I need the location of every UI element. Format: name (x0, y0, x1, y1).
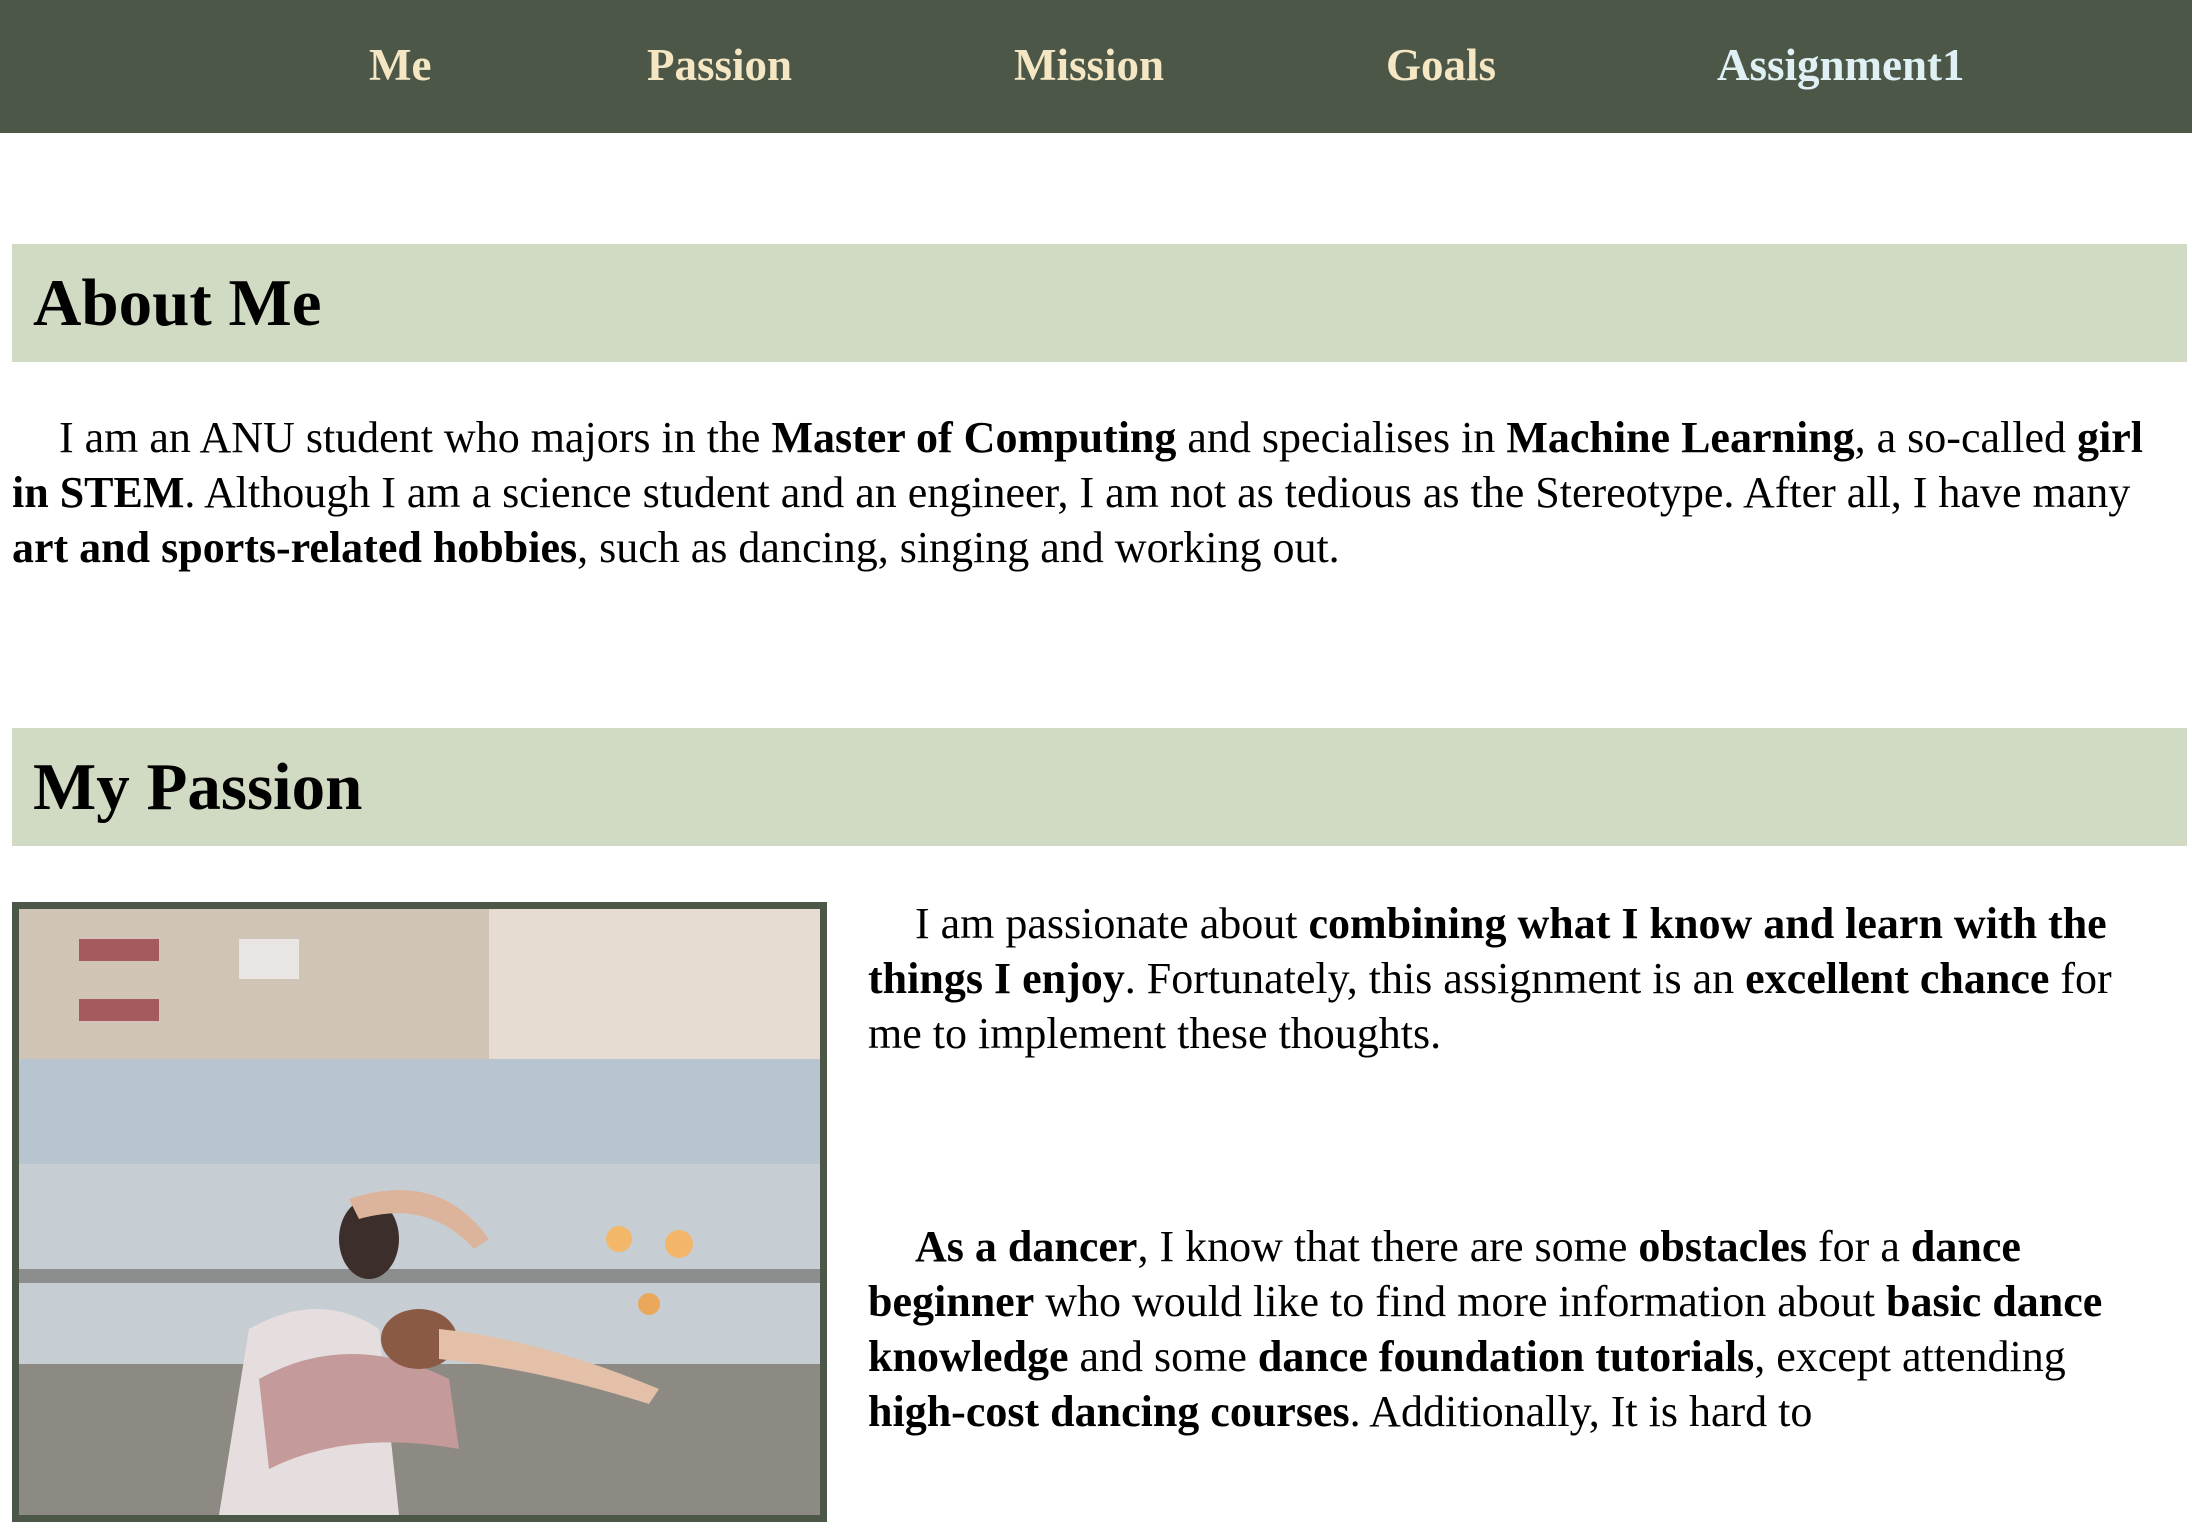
bold-run: Machine Learning (1506, 413, 1855, 462)
text-run: . Fortunately, this assignment is an (1124, 954, 1746, 1003)
passion-paragraph-2: As a dancer, I know that there are some … (868, 1219, 2158, 1439)
text-run: , a so-called (1854, 413, 2077, 462)
text-run: I am passionate about (915, 899, 1309, 948)
bold-run: high-cost dancing courses (868, 1387, 1350, 1436)
nav-link-goals[interactable]: Goals (1386, 35, 1496, 95)
my-passion-heading: My Passion (33, 750, 363, 824)
about-me-header-band: About Me (12, 244, 2187, 362)
bold-run: As a dancer (915, 1222, 1138, 1271)
my-passion-header-band: My Passion (12, 728, 2187, 846)
text-run: I am an ANU student who majors in the (59, 413, 772, 462)
text-run: . Additionally, It is hard to (1349, 1387, 1813, 1436)
bold-run: obstacles (1638, 1222, 1808, 1271)
text-run: who would like to find more information … (1034, 1277, 1886, 1326)
bold-run: Master of Computing (771, 413, 1177, 462)
about-me-heading: About Me (33, 266, 322, 340)
nav-link-passion[interactable]: Passion (647, 35, 792, 95)
text-run: for a (1807, 1222, 1911, 1271)
text-run: and some (1068, 1332, 1258, 1381)
bold-run: art and sports-related hobbies (12, 523, 578, 572)
text-run: , except attending (1754, 1332, 2066, 1381)
dancer-photo-illustration (19, 909, 820, 1515)
nav-link-me[interactable]: Me (369, 35, 431, 95)
dancer-photo-frame (12, 902, 827, 1522)
nav-link-mission[interactable]: Mission (1014, 35, 1164, 95)
text-run: and specialises in (1176, 413, 1507, 462)
text-run: , such as dancing, singing and working o… (577, 523, 1340, 572)
about-me-paragraph: I am an ANU student who majors in the Ma… (12, 410, 2174, 575)
bold-run: excellent chance (1745, 954, 2050, 1003)
dancer-photo (19, 909, 820, 1515)
text-run: . Although I am a science student and an… (184, 468, 2131, 517)
bold-run: dance foundation tutorials (1257, 1332, 1755, 1381)
passion-paragraph-1: I am passionate about combining what I k… (868, 896, 2158, 1061)
text-run: , I know that there are some (1137, 1222, 1639, 1271)
nav-link-assignment1[interactable]: Assignment1 (1717, 35, 1965, 95)
top-navigation-bar: Me Passion Mission Goals Assignment1 (0, 0, 2192, 133)
